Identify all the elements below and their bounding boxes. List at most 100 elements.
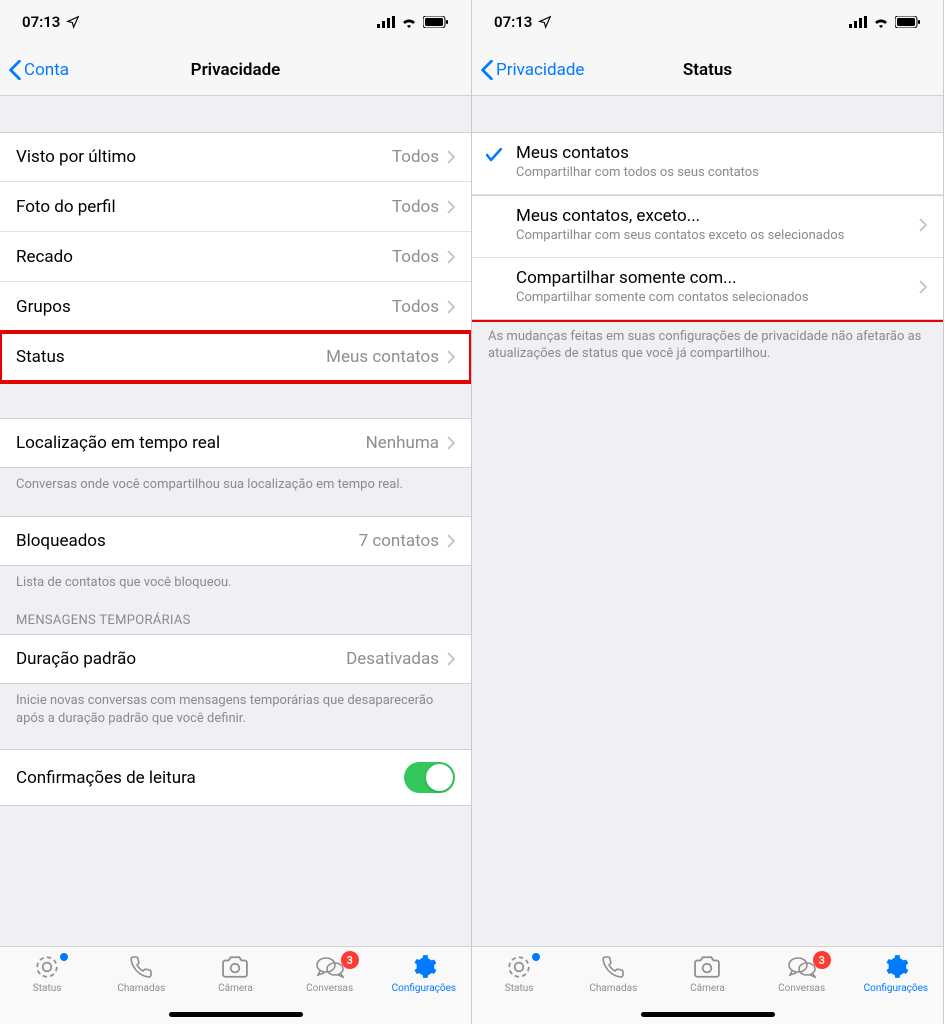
status-dot-icon (60, 953, 68, 961)
row-blocked[interactable]: Bloqueados 7 contatos (0, 516, 471, 566)
chats-icon (316, 953, 344, 981)
back-label: Conta (24, 60, 69, 80)
row-read-receipts[interactable]: Confirmações de leitura (0, 749, 471, 806)
row-value: Todos (392, 247, 439, 267)
statusbar-time: 07:13 (494, 13, 532, 31)
tab-settings[interactable]: Configurações (377, 953, 471, 994)
header-temp-messages: MENSAGENS TEMPORÁRIAS (0, 613, 471, 634)
back-button[interactable]: Conta (8, 59, 69, 81)
chats-badge: 3 (341, 951, 359, 969)
privacy-screen: 07:13 Conta Privacidade Visto p (0, 0, 472, 1024)
tab-chats[interactable]: 3 Conversas (283, 953, 377, 994)
row-value: Desativadas (346, 649, 439, 669)
chats-icon (788, 953, 816, 981)
row-value: Todos (392, 297, 439, 317)
row-about[interactable]: Recado Todos (0, 232, 471, 282)
tab-status[interactable]: Status (0, 953, 94, 994)
chevron-right-icon (919, 280, 927, 294)
privacy-content[interactable]: Visto por último Todos Foto do perfil To… (0, 96, 471, 946)
row-label: Recado (16, 247, 73, 267)
row-label: Localização em tempo real (16, 433, 220, 453)
back-button[interactable]: Privacidade (480, 59, 584, 81)
battery-icon (423, 16, 449, 28)
chevron-right-icon (447, 150, 455, 164)
option-share-only[interactable]: Compartilhar somente com... Compartilhar… (472, 258, 943, 320)
option-contacts-except[interactable]: Meus contatos, exceto... Compartilhar co… (472, 195, 943, 258)
statusbar-time: 07:13 (22, 13, 60, 31)
battery-icon (895, 16, 921, 28)
row-label: Duração padrão (16, 649, 136, 669)
row-groups[interactable]: Grupos Todos (0, 282, 471, 332)
back-label: Privacidade (496, 60, 584, 80)
option-my-contacts[interactable]: Meus contatos Compartilhar com todos os … (472, 132, 943, 195)
home-indicator[interactable] (169, 1012, 303, 1017)
tab-label: Status (505, 983, 534, 994)
option-subtitle: Compartilhar somente com contatos seleci… (516, 290, 913, 307)
tab-bar: Status Chamadas Câmera 3 Conversas Con (472, 946, 943, 1024)
row-label: Bloqueados (16, 531, 106, 551)
gear-icon (411, 953, 437, 981)
tab-status[interactable]: Status (472, 953, 566, 994)
cellular-signal-icon (849, 16, 867, 28)
status-screen: 07:13 Privacidade Status (472, 0, 944, 1024)
option-subtitle: Compartilhar com todos os seus contatos (516, 165, 927, 182)
row-value: 7 contatos (359, 531, 439, 551)
row-label: Confirmações de leitura (16, 768, 196, 788)
home-indicator[interactable] (641, 1012, 775, 1017)
chevron-right-icon (447, 350, 455, 364)
tab-label: Conversas (306, 983, 353, 994)
tab-settings[interactable]: Configurações (849, 953, 943, 994)
chevron-right-icon (447, 534, 455, 548)
option-title: Meus contatos (516, 143, 927, 163)
footer-blocked: Lista de contatos que você bloqueou. (0, 566, 471, 592)
tab-calls[interactable]: Chamadas (566, 953, 660, 994)
row-label: Foto do perfil (16, 197, 116, 217)
row-label: Visto por último (16, 147, 136, 167)
tab-label: Conversas (778, 983, 825, 994)
status-bar: 07:13 (472, 0, 943, 44)
tab-label: Configurações (864, 983, 928, 994)
row-profile-photo[interactable]: Foto do perfil Todos (0, 182, 471, 232)
row-value: Meus contatos (326, 347, 439, 367)
chevron-right-icon (447, 436, 455, 450)
chevron-right-icon (447, 200, 455, 214)
phone-icon (129, 953, 153, 981)
cellular-signal-icon (377, 16, 395, 28)
gear-icon (883, 953, 909, 981)
camera-icon (222, 953, 248, 981)
status-dot-icon (532, 953, 540, 961)
row-live-location[interactable]: Localização em tempo real Nenhuma (0, 418, 471, 468)
status-content[interactable]: Meus contatos Compartilhar com todos os … (472, 96, 943, 946)
tab-camera[interactable]: Câmera (660, 953, 754, 994)
nav-header: Conta Privacidade (0, 44, 471, 96)
nav-title: Privacidade (0, 60, 471, 80)
read-receipts-toggle[interactable] (404, 762, 455, 793)
row-value: Todos (392, 147, 439, 167)
chevron-right-icon (447, 652, 455, 666)
row-last-seen[interactable]: Visto por último Todos (0, 132, 471, 182)
row-status[interactable]: Status Meus contatos (0, 332, 471, 382)
row-label: Status (16, 347, 65, 367)
chevron-right-icon (919, 218, 927, 232)
option-title: Compartilhar somente com... (516, 268, 913, 288)
checkmark-icon (486, 147, 502, 166)
chats-badge: 3 (813, 951, 831, 969)
row-value: Nenhuma (366, 433, 439, 453)
tab-camera[interactable]: Câmera (188, 953, 282, 994)
row-default-duration[interactable]: Duração padrão Desativadas (0, 634, 471, 684)
row-value: Todos (392, 197, 439, 217)
footer-status: As mudanças feitas em suas configurações… (472, 320, 943, 363)
camera-icon (694, 953, 720, 981)
tab-chats[interactable]: 3 Conversas (755, 953, 849, 994)
footer-live-location: Conversas onde você compartilhou sua loc… (0, 468, 471, 494)
option-title: Meus contatos, exceto... (516, 206, 913, 226)
location-arrow-icon (66, 15, 80, 29)
tab-calls[interactable]: Chamadas (94, 953, 188, 994)
tab-bar: Status Chamadas Câmera 3 Conversas Con (0, 946, 471, 1024)
tab-label: Status (33, 983, 62, 994)
tab-label: Configurações (392, 983, 456, 994)
option-subtitle: Compartilhar com seus contatos exceto os… (516, 228, 913, 245)
chevron-right-icon (447, 250, 455, 264)
wifi-icon (873, 16, 889, 28)
phone-icon (601, 953, 625, 981)
